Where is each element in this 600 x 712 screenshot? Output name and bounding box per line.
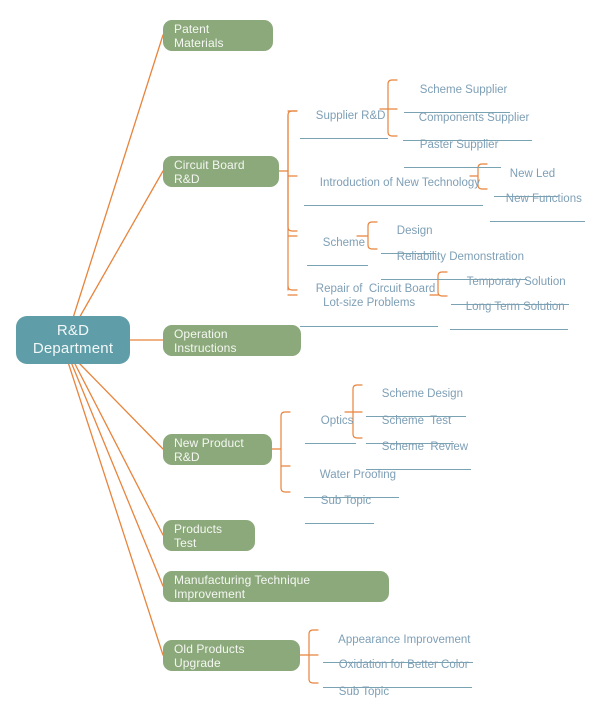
topic-label-scheme-design: Scheme Design [381,388,463,400]
root-node-label: R&D Department [32,322,114,357]
topic-paster-supplier[interactable]: Paster Supplier [404,126,502,168]
topic-introduction-of-new-technology[interactable]: Introduction of New Technology [304,164,484,206]
wire-supplier-bracket [387,79,398,137]
wire-root-to-manufacturing [70,361,164,587]
branch-node-manufacturing-technique-improvement[interactable]: Manufacturing Technique Improvement [163,571,389,602]
topic-long-term-solution[interactable]: Long Term Solution [450,288,568,330]
branch-node-new-product-rd[interactable]: New Product R&D [163,434,272,465]
topic-scheme-review[interactable]: Scheme Review [366,428,472,470]
topic-label-long-term-solution: Long Term Solution [465,301,565,313]
topic-sub-topic-oldproducts[interactable]: Sub Topic [323,673,392,712]
branch-node-products-test[interactable]: Products Test [163,520,255,551]
topic-label-components-supplier: Components Supplier [418,112,530,124]
topic-label-introduction-of-new-technology: Introduction of New Technology [319,177,481,189]
topic-label-temporary-solution: Temporary Solution [466,276,566,288]
branch-label-manufacturing-technique-improvement: Manufacturing Technique Improvement [174,572,311,601]
wire-root-to-circuit [77,170,164,321]
branch-node-operation-instructions[interactable]: Operation Instructions [163,325,301,356]
branch-node-patent[interactable]: Patent Materials [163,20,273,51]
topic-scheme[interactable]: Scheme [307,224,368,266]
topic-label-paster-supplier: Paster Supplier [419,139,499,151]
wire-oldproducts-bracket [308,629,319,684]
wire-circuit-bracket [287,110,298,232]
topic-label-supplier-rd: Supplier R&D [315,110,386,122]
topic-label-sub-topic-newproduct: Sub Topic [320,495,372,507]
branch-label-circuit-board-rd: Circuit Board R&D [174,157,245,186]
root-node[interactable]: R&D Department [16,316,130,364]
topic-label-appearance-improvement: Appearance Improvement [338,634,471,646]
topic-label-repair-of-circuit-board-lot-size-problems: Repair of Circuit Board Lot-size Problem… [315,283,436,309]
branch-label-operation-instructions: Operation Instructions [174,326,237,355]
wire-root-to-newproduct [77,361,164,450]
topic-supplier-rd[interactable]: Supplier R&D [300,97,389,139]
wire-newproduct-bracket [280,411,291,493]
wire-root-to-oldproducts [67,361,164,656]
topic-label-new-functions: New Functions [505,193,582,205]
topic-label-scheme: Scheme [322,237,365,249]
topic-label-optics: Optics [320,415,354,427]
branch-node-old-products-upgrade[interactable]: Old Products Upgrade [163,640,300,671]
branch-label-products-test: Products Test [174,521,223,550]
mindmap-canvas: R&D Department Patent Materials Circuit … [0,0,600,712]
branch-node-circuit-board-rd[interactable]: Circuit Board R&D [163,156,279,187]
topic-new-functions[interactable]: New Functions [490,180,585,222]
topic-label-design: Design [396,225,433,237]
topic-sub-topic-newproduct[interactable]: Sub Topic [305,482,375,524]
wire-root-to-productstest [73,361,164,536]
topic-optics[interactable]: Optics [305,402,357,444]
branch-label-new-product-rd: New Product R&D [174,435,244,464]
branch-label-old-products-upgrade: Old Products Upgrade [174,641,245,670]
topic-label-sub-topic-oldproducts: Sub Topic [338,686,390,698]
topic-label-scheme-review: Scheme Review [381,441,469,453]
wire-root-to-patent [72,34,164,319]
branch-label-patent: Patent Materials [174,21,224,50]
topic-label-scheme-test: Scheme Test [381,415,452,427]
topic-label-new-led: New Led [509,168,556,180]
topic-label-reliability-demonstration: Reliability Demonstration [396,251,524,263]
wire-circuit-bracket2 [287,285,298,291]
topic-label-oxidation-for-better-color: Oxidation for Better Color [338,659,469,671]
topic-label-water-proofing: Water Proofing [319,469,397,481]
topic-label-scheme-supplier: Scheme Supplier [419,84,508,96]
wire-scheme-bracket [367,221,378,250]
